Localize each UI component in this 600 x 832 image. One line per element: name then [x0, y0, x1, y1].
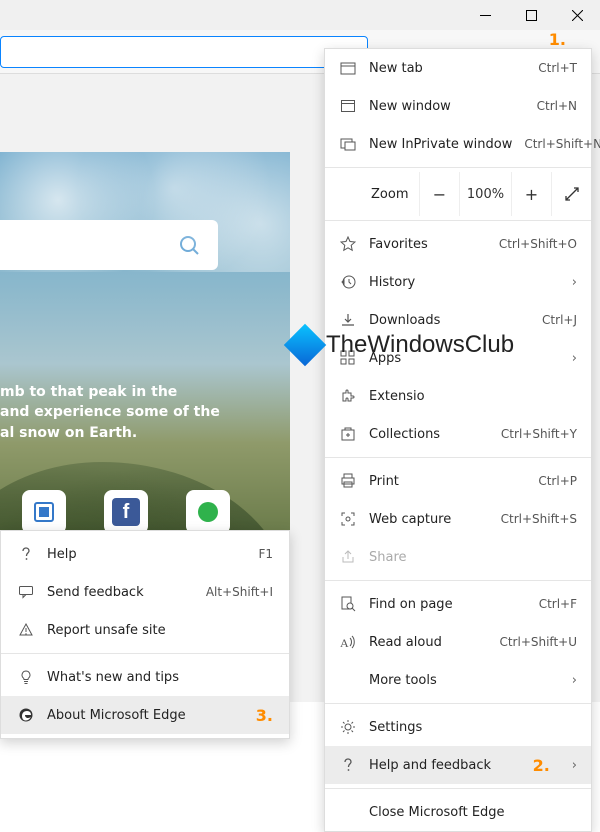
chevron-right-icon: › [572, 673, 577, 688]
menu-zoom-controls: Zoom − 100% + [325, 172, 591, 216]
menu-item-collections[interactable]: Collections Ctrl+Shift+Y [325, 415, 591, 453]
chevron-right-icon: › [572, 351, 577, 366]
zoom-out-button[interactable]: − [419, 172, 459, 216]
collections-icon [339, 425, 357, 443]
menu-item-close-edge[interactable]: Close Microsoft Edge [325, 793, 591, 831]
menu-item-print[interactable]: Print Ctrl+P [325, 462, 591, 500]
fullscreen-icon [565, 187, 579, 201]
quick-link-facebook[interactable]: f [104, 490, 148, 534]
menu-item-new-window[interactable]: New window Ctrl+N [325, 87, 591, 125]
svg-text:A: A [340, 636, 349, 650]
star-icon [339, 235, 357, 253]
zoom-level: 100% [459, 172, 511, 216]
annotation-1: 1. [549, 30, 566, 49]
submenu-item-send-feedback[interactable]: Send feedback Alt+Shift+I [1, 573, 289, 611]
menu-item-history[interactable]: History › [325, 263, 591, 301]
menu-item-new-tab[interactable]: New tab Ctrl+T [325, 49, 591, 87]
annotation-2: 2. [533, 756, 550, 775]
print-icon [339, 472, 357, 490]
menu-separator [325, 788, 591, 789]
quick-link-tile[interactable] [22, 490, 66, 534]
window-maximize-button[interactable] [508, 0, 554, 30]
search-icon [178, 234, 200, 256]
ntp-image-credit: mb to that peak in the and experience so… [0, 382, 258, 443]
window-minimize-button[interactable] [462, 0, 508, 30]
warning-icon [17, 621, 35, 639]
menu-item-more-tools[interactable]: More tools › [325, 661, 591, 699]
watermark-text: TheWindowsClub [326, 331, 514, 359]
download-icon [339, 311, 357, 329]
menu-separator [1, 653, 289, 654]
chevron-right-icon: › [572, 275, 577, 290]
submenu-item-whats-new[interactable]: What's new and tips [1, 658, 289, 696]
history-icon [339, 273, 357, 291]
help-icon [17, 545, 35, 563]
menu-separator [325, 167, 591, 168]
annotation-3: 3. [256, 706, 273, 725]
gear-icon [339, 718, 357, 736]
menu-separator [325, 220, 591, 221]
new-window-icon [339, 97, 357, 115]
menu-item-extensions[interactable]: Extensio [325, 377, 591, 415]
settings-and-more-menu: New tab Ctrl+T New window Ctrl+N New InP… [324, 48, 592, 832]
menu-item-favorites[interactable]: Favorites Ctrl+Shift+O [325, 225, 591, 263]
extensions-icon [339, 387, 357, 405]
menu-item-share: Share [325, 538, 591, 576]
menu-item-help-and-feedback[interactable]: Help and feedback 2. › [325, 746, 591, 784]
menu-separator [325, 580, 591, 581]
quick-link-tile[interactable] [186, 490, 230, 534]
web-capture-icon [339, 510, 357, 528]
watermark-logo-icon [284, 324, 326, 366]
new-tab-icon [339, 59, 357, 77]
window-titlebar [0, 0, 600, 30]
help-icon [339, 756, 357, 774]
menu-separator [325, 703, 591, 704]
menu-item-settings[interactable]: Settings [325, 708, 591, 746]
zoom-in-button[interactable]: + [511, 172, 551, 216]
share-icon [339, 548, 357, 566]
lightbulb-icon [17, 668, 35, 686]
zoom-label: Zoom [325, 187, 419, 202]
menu-item-new-inprivate[interactable]: New InPrivate window Ctrl+Shift+N [325, 125, 591, 163]
inprivate-icon [339, 135, 357, 153]
submenu-item-report-unsafe[interactable]: Report unsafe site [1, 611, 289, 649]
window-close-button[interactable] [554, 0, 600, 30]
address-bar[interactable] [0, 36, 368, 68]
help-and-feedback-submenu: Help F1 Send feedback Alt+Shift+I Report… [0, 530, 290, 739]
menu-item-find-on-page[interactable]: Find on page Ctrl+F [325, 585, 591, 623]
submenu-item-help[interactable]: Help F1 [1, 535, 289, 573]
feedback-icon [17, 583, 35, 601]
menu-separator [325, 457, 591, 458]
edge-logo-icon [17, 706, 35, 724]
chevron-right-icon: › [572, 758, 577, 773]
menu-item-read-aloud[interactable]: A Read aloud Ctrl+Shift+U [325, 623, 591, 661]
menu-item-web-capture[interactable]: Web capture Ctrl+Shift+S [325, 500, 591, 538]
ntp-search-box[interactable] [0, 220, 218, 270]
find-icon [339, 595, 357, 613]
ntp-quick-links: f [22, 490, 230, 534]
watermark: TheWindowsClub [290, 330, 514, 360]
fullscreen-button[interactable] [551, 172, 591, 216]
read-aloud-icon: A [339, 633, 357, 651]
